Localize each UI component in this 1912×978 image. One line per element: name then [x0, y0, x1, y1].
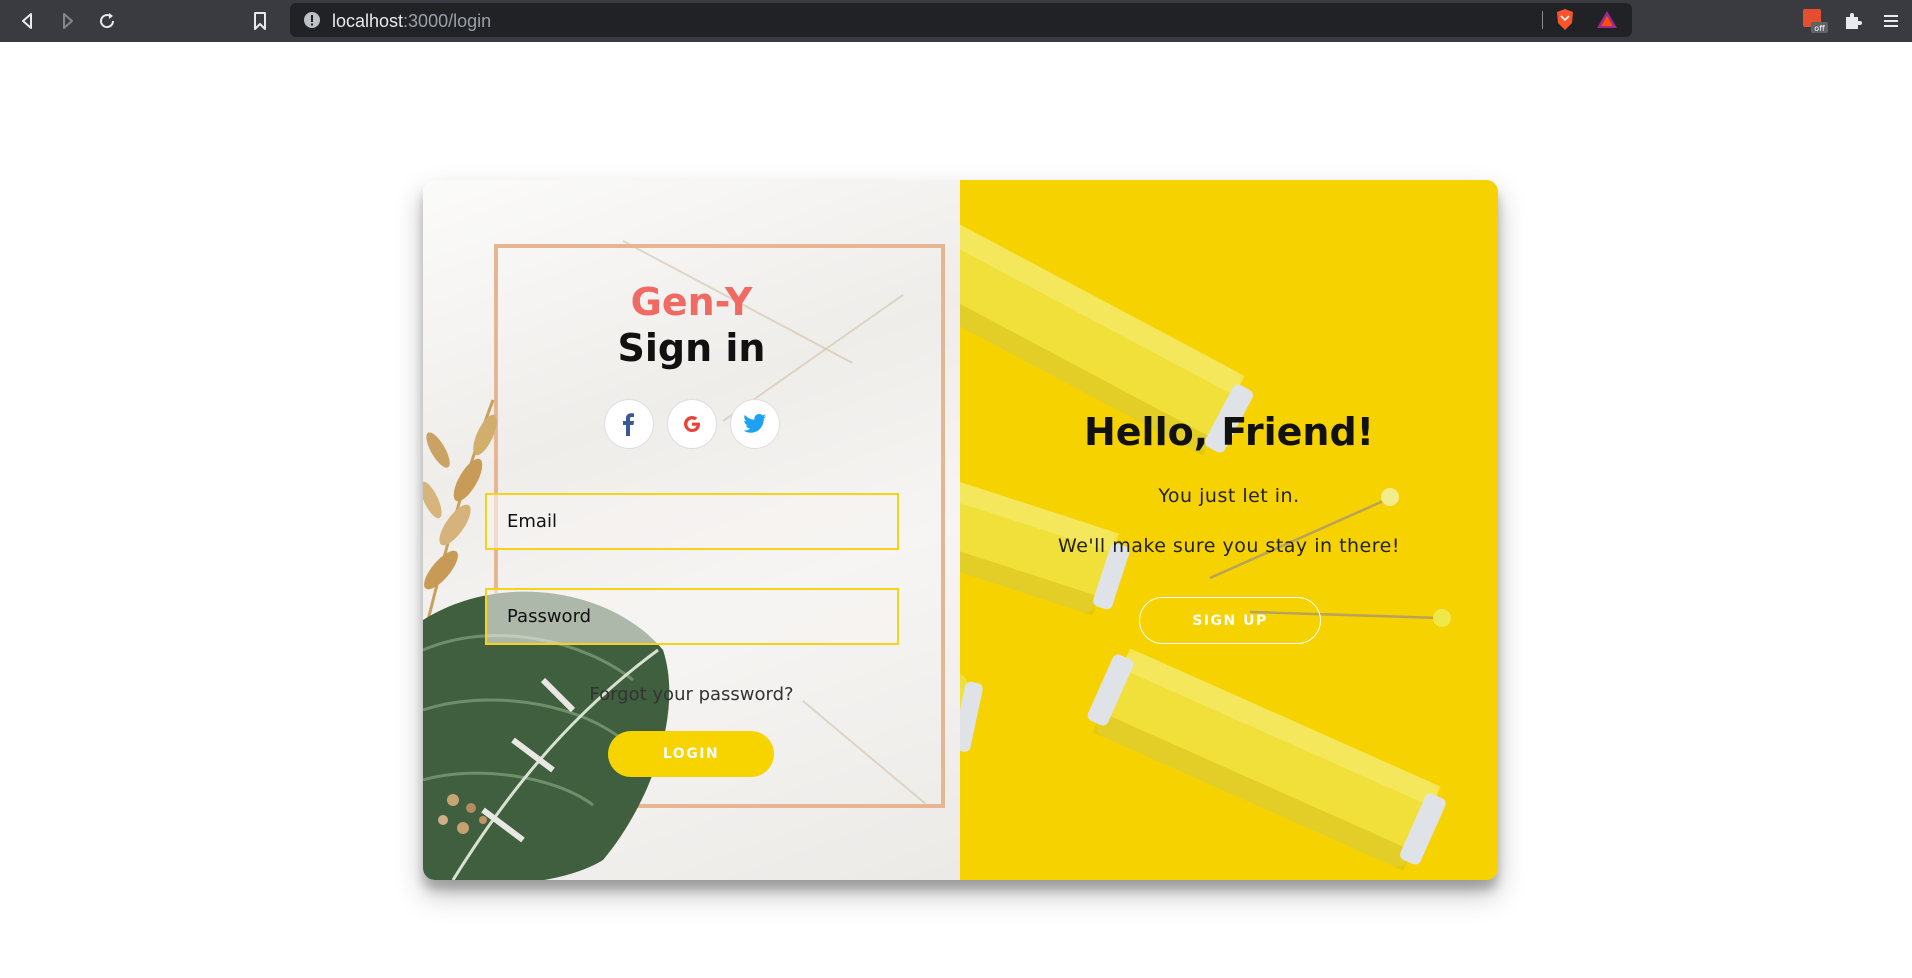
browser-toolbar: localhost:3000/login off	[0, 0, 1912, 42]
menu-icon[interactable]	[1877, 7, 1905, 35]
facebook-button[interactable]	[604, 399, 654, 449]
url-host: localhost	[332, 11, 404, 31]
login-button[interactable]: LOGIN	[608, 731, 774, 777]
overlay-subtitle-line1: You just let in.	[1158, 485, 1300, 507]
svg-text:off: off	[1814, 24, 1825, 33]
bookmark-icon[interactable]	[246, 7, 274, 35]
address-bar[interactable]: localhost:3000/login	[290, 3, 1632, 37]
thread-spools-photo	[960, 180, 1498, 880]
google-button[interactable]	[667, 399, 717, 449]
url-divider	[1542, 11, 1543, 29]
brave-rewards-icon[interactable]	[1596, 10, 1618, 34]
pdf-extension-icon[interactable]: off	[1801, 7, 1829, 35]
brand-name: Gen-Y	[630, 280, 753, 324]
sign-in-panel: Gen-Y Sign in Forgot your password? LOGI…	[423, 180, 960, 880]
twitter-button[interactable]	[730, 399, 780, 449]
welcome-overlay-panel: Hello, Friend! You just let in. We'll ma…	[960, 180, 1498, 880]
sign-in-heading: Sign in	[617, 326, 766, 370]
sign-up-button[interactable]: SIGN UP	[1139, 597, 1321, 644]
auth-card: Gen-Y Sign in Forgot your password? LOGI…	[423, 180, 1498, 880]
site-info-icon[interactable]	[303, 11, 321, 33]
brave-shield-icon[interactable]	[1554, 8, 1576, 36]
url-text[interactable]: localhost:3000/login	[332, 11, 491, 32]
google-icon	[684, 416, 700, 432]
password-input[interactable]	[485, 588, 899, 645]
forgot-password-link[interactable]: Forgot your password?	[423, 684, 960, 705]
overlay-title: Hello, Friend!	[1083, 410, 1375, 454]
email-input[interactable]	[485, 493, 899, 550]
twitter-icon	[743, 414, 766, 433]
reload-icon[interactable]	[93, 7, 121, 35]
url-path: :3000/login	[403, 11, 492, 31]
overlay-subtitle-line2: We'll make sure you stay in there!	[1058, 535, 1400, 557]
extensions-puzzle-icon[interactable]	[1839, 7, 1867, 35]
forward-icon[interactable]	[53, 7, 81, 35]
back-icon[interactable]	[14, 7, 42, 35]
facebook-icon	[623, 413, 634, 436]
